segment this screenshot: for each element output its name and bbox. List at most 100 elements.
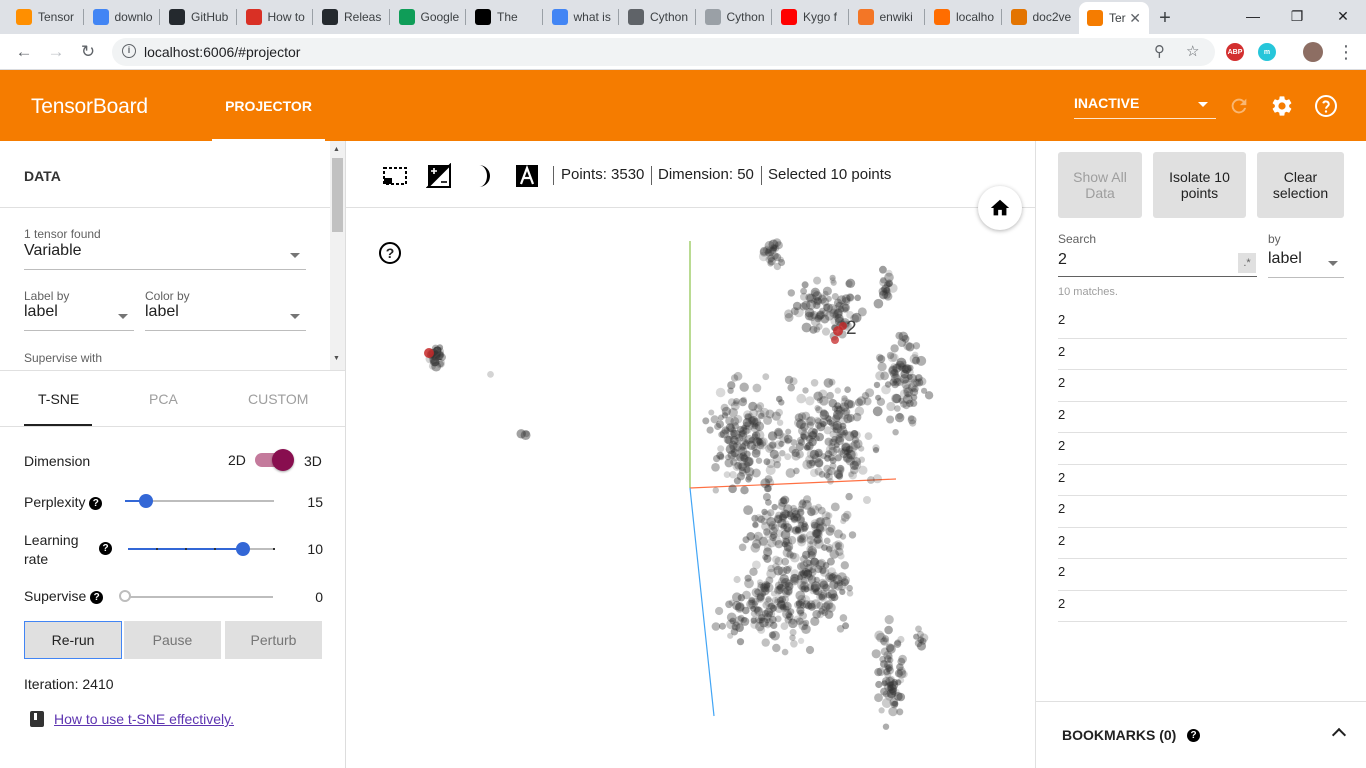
chevron-up-icon[interactable] <box>1331 727 1347 743</box>
embedding-point[interactable] <box>763 612 772 621</box>
embedding-point[interactable] <box>754 588 761 595</box>
embedding-point[interactable] <box>798 583 806 592</box>
embedding-point[interactable] <box>786 613 794 621</box>
embedding-point[interactable] <box>797 609 805 617</box>
forward-icon[interactable]: → <box>45 41 67 63</box>
embedding-point[interactable] <box>785 589 793 596</box>
embedding-point[interactable] <box>767 564 775 573</box>
label-by-select[interactable]: label <box>24 303 134 331</box>
embedding-point[interactable] <box>909 354 920 364</box>
embedding-point[interactable] <box>762 493 771 501</box>
embedding-point[interactable] <box>814 448 823 458</box>
tab-pca[interactable]: PCA <box>149 391 178 407</box>
embedding-point[interactable] <box>924 391 934 400</box>
embedding-point[interactable] <box>882 723 890 730</box>
embedding-point[interactable] <box>787 289 795 297</box>
embedding-scatter-plot[interactable]: 2 2 <box>346 208 1035 768</box>
embedding-point[interactable] <box>820 591 828 598</box>
embedding-point[interactable] <box>867 476 875 484</box>
embedding-point[interactable] <box>846 584 853 592</box>
embedding-point[interactable] <box>809 538 818 547</box>
embedding-point[interactable] <box>750 616 758 624</box>
embedding-point[interactable] <box>761 638 770 647</box>
embedding-point[interactable] <box>888 365 898 375</box>
embedding-point[interactable] <box>728 484 737 494</box>
reload-icon[interactable]: ↻ <box>77 41 99 63</box>
embedding-point[interactable] <box>791 526 800 535</box>
embedding-point[interactable] <box>738 543 747 552</box>
embedding-point[interactable] <box>780 495 790 505</box>
match-item[interactable]: 2 <box>1058 496 1347 528</box>
extension-m-icon[interactable]: m <box>1258 43 1276 61</box>
embedding-point[interactable] <box>884 625 893 635</box>
embedding-point[interactable] <box>830 502 840 512</box>
embedding-point[interactable] <box>842 407 851 416</box>
embedding-point[interactable] <box>745 473 753 481</box>
embedding-point[interactable] <box>845 280 853 288</box>
browser-tab[interactable]: enwiki <box>850 4 925 30</box>
embedding-point[interactable] <box>763 582 774 593</box>
dimension-toggle-knob[interactable] <box>272 449 294 471</box>
embedding-point[interactable] <box>781 510 790 519</box>
browser-tab[interactable]: GitHub <box>161 4 236 30</box>
embedding-point[interactable] <box>836 625 845 633</box>
embedding-point[interactable] <box>880 371 889 381</box>
embedding-point[interactable] <box>763 458 771 466</box>
night-mode-contrast-icon[interactable] <box>426 163 452 189</box>
embedding-point[interactable] <box>835 541 845 551</box>
zoom-icon[interactable]: ⚲ <box>1154 42 1165 60</box>
embedding-point[interactable] <box>743 450 751 458</box>
help-icon[interactable]: ? <box>89 497 103 510</box>
embedding-point[interactable] <box>721 412 729 419</box>
browser-tab[interactable]: Releas <box>314 4 389 30</box>
browser-tab[interactable]: downlo <box>85 4 160 30</box>
adblock-extension-icon[interactable]: ABP <box>1226 43 1244 61</box>
embedding-point[interactable] <box>784 437 792 445</box>
embedding-point[interactable] <box>827 478 834 485</box>
embedding-point[interactable] <box>763 554 772 563</box>
embedding-point[interactable] <box>837 572 847 582</box>
embedding-point[interactable] <box>874 693 883 703</box>
embedding-point[interactable] <box>830 279 837 286</box>
embedding-point[interactable] <box>896 412 904 420</box>
embedding-point[interactable] <box>804 307 815 318</box>
embedding-point[interactable] <box>765 409 775 419</box>
embedding-point[interactable] <box>779 450 786 457</box>
embedding-point[interactable] <box>879 265 887 274</box>
embedding-point[interactable] <box>873 381 881 389</box>
embedding-point[interactable] <box>771 524 779 533</box>
embedding-point[interactable] <box>774 615 782 623</box>
tab-tsne[interactable]: T-SNE <box>38 391 79 407</box>
embedding-point[interactable] <box>823 601 833 610</box>
embedding-point[interactable] <box>809 566 816 574</box>
embedding-point[interactable] <box>815 459 824 468</box>
embedding-point[interactable] <box>887 657 894 664</box>
embedding-point[interactable] <box>751 514 759 522</box>
embedding-point[interactable] <box>802 558 812 568</box>
embedding-point[interactable] <box>856 396 867 406</box>
embedding-point[interactable] <box>785 428 792 435</box>
embedding-point[interactable] <box>890 700 899 709</box>
embedding-point[interactable] <box>839 533 847 540</box>
embedding-point[interactable] <box>844 386 851 393</box>
embedding-point[interactable] <box>840 518 847 525</box>
embedding-point[interactable] <box>732 462 742 471</box>
embedding-point[interactable] <box>790 439 798 446</box>
embedding-point[interactable] <box>724 458 734 468</box>
embedding-point[interactable] <box>752 417 762 427</box>
browser-tab[interactable]: Cython <box>620 4 695 30</box>
browser-tab[interactable]: Tensor <box>8 4 83 30</box>
embedding-point[interactable] <box>840 561 849 570</box>
match-item[interactable]: 2 <box>1058 370 1347 402</box>
maximize-icon[interactable]: ❐ <box>1274 4 1320 28</box>
regex-toggle[interactable]: .* <box>1238 253 1256 273</box>
embedding-point[interactable] <box>886 280 893 287</box>
close-window-icon[interactable]: ✕ <box>1320 4 1366 28</box>
embedding-point[interactable] <box>876 397 886 406</box>
url-text[interactable]: localhost:6006/#projector <box>144 44 300 60</box>
tab-projector[interactable]: PROJECTOR <box>212 70 325 141</box>
embedding-point[interactable] <box>734 603 745 613</box>
run-status-select[interactable]: INACTIVE <box>1074 95 1216 119</box>
embedding-point[interactable] <box>739 382 749 392</box>
embedding-point[interactable] <box>813 576 820 583</box>
